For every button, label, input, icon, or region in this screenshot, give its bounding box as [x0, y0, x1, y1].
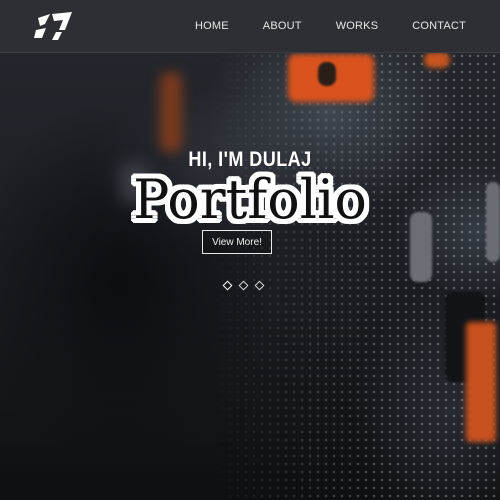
nav-contact-link[interactable]: CONTACT	[412, 20, 466, 32]
slider-dot-3[interactable]	[254, 280, 265, 291]
slider-dot-2[interactable]	[238, 280, 249, 291]
view-more-button[interactable]: View More!	[202, 230, 272, 254]
portfolio-overlay-text: Portfolio	[133, 168, 367, 231]
background-blur	[160, 72, 182, 152]
brand-logo-icon[interactable]	[32, 8, 76, 44]
slider-dots	[222, 280, 272, 291]
circuit-component	[466, 322, 496, 442]
nav-works-link[interactable]: WORKS	[336, 20, 379, 32]
circuit-component	[424, 52, 450, 68]
site-header: HOME ABOUT WORKS CONTACT	[0, 0, 500, 53]
circuit-texture	[210, 52, 500, 500]
hero-background	[0, 52, 500, 500]
nav-home-link[interactable]: HOME	[195, 20, 229, 32]
main-nav: HOME ABOUT WORKS CONTACT	[195, 0, 500, 52]
slider-dot-1[interactable]	[222, 280, 233, 291]
nav-about-link[interactable]: ABOUT	[263, 20, 302, 32]
circuit-component	[318, 62, 336, 86]
